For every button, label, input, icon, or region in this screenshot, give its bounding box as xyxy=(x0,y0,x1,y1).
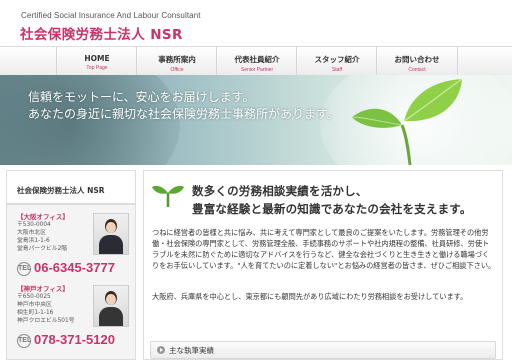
leaf-illustration xyxy=(351,78,463,165)
nav-contact[interactable]: お問い合わせ Contact xyxy=(376,47,458,75)
nav-staff-label: スタッフ紹介 xyxy=(314,55,360,64)
sidebar-header: 社会保険労務士法人 NSR xyxy=(7,171,135,205)
main-headline-1: 数多くの労務相談実績を活かし、 xyxy=(192,184,368,198)
phone-icon: TEL xyxy=(17,261,31,276)
kobe-phone-number: 078-371-5120 xyxy=(34,332,115,347)
sidebar: 社会保険労務士法人 NSR 【大阪オフィス】 〒530-0004 大阪市北区 堂… xyxy=(6,170,136,360)
sprout-icon xyxy=(152,185,184,207)
osaka-staff-photo xyxy=(93,213,129,255)
nav-staff[interactable]: スタッフ紹介 Staff xyxy=(296,47,377,75)
nav-partner-sub: Senior Partner xyxy=(240,67,274,73)
kobe-phone[interactable]: TEL 078-371-5120 xyxy=(17,332,115,348)
nav-contact-sub: Contact xyxy=(408,67,426,73)
kobe-staff-photo xyxy=(93,285,129,327)
main-headline-2: 豊富な経験と最新の知識であなたの会社を支えます。 xyxy=(192,202,472,216)
hero-banner: 信頼をモットーに、安心をお届けします。 あなたの身近に親切な社会保険労務士事務所… xyxy=(0,75,512,165)
site-header: Certified Social Insurance And Labour Co… xyxy=(0,0,512,46)
achievements-label: 主な執筆実績 xyxy=(169,346,214,355)
nav-office-sub: Office xyxy=(170,67,184,73)
sidebar-title: 社会保険労務士法人 NSR xyxy=(17,186,105,195)
nav-partner-label: 代表社員紹介 xyxy=(234,55,280,64)
nav-office[interactable]: 事務所案内 Office xyxy=(136,47,217,75)
nav-partner[interactable]: 代表社員紹介 Senior Partner xyxy=(216,47,297,75)
global-nav: HOME Top Page 事務所案内 Office 代表社員紹介 Senior… xyxy=(0,46,512,76)
kobe-office-label: 【神戸オフィス】 xyxy=(17,285,69,293)
osaka-office-label: 【大阪オフィス】 xyxy=(17,213,69,221)
service-area-paragraph: 大阪府、兵庫県を中心とし、東京都にも顧問先があり広域にわたり労務相談をお受けして… xyxy=(152,292,468,301)
nav-home-label: HOME xyxy=(84,54,110,63)
osaka-phone[interactable]: TEL 06-6345-3777 xyxy=(17,260,115,276)
arrow-right-icon xyxy=(157,346,165,354)
intro-paragraph: つねに経営者の皆様と共に悩み、共に考えて専門家として最良のご提案をいたします。労… xyxy=(152,228,496,270)
main-content: 数多くの労務相談実績を活かし、 豊富な経験と最新の知識であなたの会社を支えます。… xyxy=(143,170,503,360)
kobe-office-address: 〒650-0025 神戸市中央区 相生町1-1-16 神戸クロエビル501号 xyxy=(17,294,75,324)
hero-tagline-2: あなたの身近に親切な社会保険労務士事務所があります。 xyxy=(28,107,339,121)
osaka-phone-number: 06-6345-3777 xyxy=(34,260,115,275)
nav-home[interactable]: HOME Top Page xyxy=(56,47,137,75)
achievements-toggle[interactable]: 主な執筆実績 xyxy=(150,341,496,359)
nav-staff-sub: Staff xyxy=(331,67,343,73)
nav-office-label: 事務所案内 xyxy=(158,55,196,64)
phone-icon: TEL xyxy=(17,333,31,348)
osaka-office-address: 〒530-0004 大阪市北区 堂島浜1-1-6 堂島パークビル2階 xyxy=(17,222,68,252)
hero-tagline-1: 信頼をモットーに、安心をお届けします。 xyxy=(28,90,255,104)
site-subtitle: Certified Social Insurance And Labour Co… xyxy=(21,11,201,20)
site-title[interactable]: 社会保険労務士法人 NSR xyxy=(20,23,183,43)
nav-contact-label: お問い合わせ xyxy=(394,55,440,64)
nav-home-sub: Top Page xyxy=(86,65,108,71)
